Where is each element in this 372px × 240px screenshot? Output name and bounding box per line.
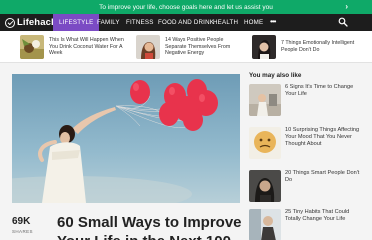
more-dots-icon[interactable]: •••	[270, 17, 276, 26]
article-title: 60 Small Ways to Improve Your Life in th…	[57, 213, 242, 240]
intelligent-woman-thumbnail[interactable]	[252, 35, 276, 59]
sidebar-article[interactable]: 20 Things Smart People Don't Do	[249, 170, 365, 202]
related-item-title[interactable]: 7 Things Emotionally Intelligent People …	[281, 40, 361, 54]
related-articles-strip: This Is What Will Happen When You Drink …	[0, 31, 372, 63]
change-life-thumbnail[interactable]	[249, 84, 281, 116]
article-title-line: 60 Small Ways to Improve	[57, 214, 242, 231]
sidebar-article[interactable]: 25 Tiny Habits That Could Totally Change…	[249, 209, 365, 240]
smart-people-thumbnail[interactable]	[249, 170, 281, 202]
chevron-right-icon[interactable]: ›	[345, 2, 348, 11]
mood-thumbnail[interactable]	[249, 127, 281, 159]
tiny-habits-thumbnail[interactable]	[249, 209, 281, 240]
nav-item-fitness[interactable]: FITNESS	[126, 14, 154, 31]
related-item[interactable]: 7 Things Emotionally Intelligent People …	[252, 35, 361, 59]
coconut-thumbnail[interactable]	[20, 35, 44, 59]
sidebar-article[interactable]: 10 Surprising Things Affecting Your Mood…	[249, 127, 365, 159]
sidebar-heading: You may also like	[249, 72, 302, 79]
article-main: 69K SHARES 60 Small Ways to Improve Your…	[12, 74, 242, 240]
promo-banner[interactable]: To improve your life, choose goals here …	[0, 0, 372, 14]
article-title-line: Your Life in the Next 100	[57, 232, 240, 240]
sidebar-article-title[interactable]: 6 Signs It's Time to Change Your Life	[285, 84, 365, 116]
related-item[interactable]: 14 Ways Positive People Separate Themsel…	[136, 35, 245, 59]
share-label: SHARES	[12, 229, 33, 234]
nav-item-food-and-drink[interactable]: FOOD AND DRINK	[158, 14, 214, 31]
related-item-title[interactable]: This Is What Will Happen When You Drink …	[49, 37, 129, 57]
logo-check-icon	[5, 17, 15, 28]
sidebar-article-title[interactable]: 20 Things Smart People Don't Do	[285, 170, 365, 202]
sidebar-article-title[interactable]: 10 Surprising Things Affecting Your Mood…	[285, 127, 365, 159]
nav-item-home[interactable]: HOME	[244, 14, 263, 31]
sidebar-article[interactable]: 6 Signs It's Time to Change Your Life	[249, 84, 365, 116]
sidebar-article-title[interactable]: 25 Tiny Habits That Could Totally Change…	[285, 209, 365, 240]
share-count: 69K	[12, 216, 31, 227]
you-may-also-like: You may also like 6 Signs It's Time to C…	[249, 72, 372, 240]
promo-text[interactable]: To improve your life, choose goals here …	[99, 4, 273, 11]
nav-item-lifestyle[interactable]: LIFESTYLE	[53, 14, 100, 31]
nav-item-family[interactable]: FAMILY	[97, 14, 120, 31]
main-nav: Lifehack LIFESTYLE FAMILY FITNESS FOOD A…	[0, 14, 372, 31]
search-icon[interactable]	[338, 17, 348, 27]
related-item-title[interactable]: 14 Ways Positive People Separate Themsel…	[165, 37, 245, 57]
related-item[interactable]: This Is What Will Happen When You Drink …	[20, 35, 129, 59]
nav-item-health[interactable]: HEALTH	[213, 14, 238, 31]
positive-woman-thumbnail[interactable]	[136, 35, 160, 59]
site-logo[interactable]: Lifehack	[5, 16, 56, 29]
hero-image	[12, 74, 240, 203]
logo-text: Lifehack	[17, 17, 57, 28]
